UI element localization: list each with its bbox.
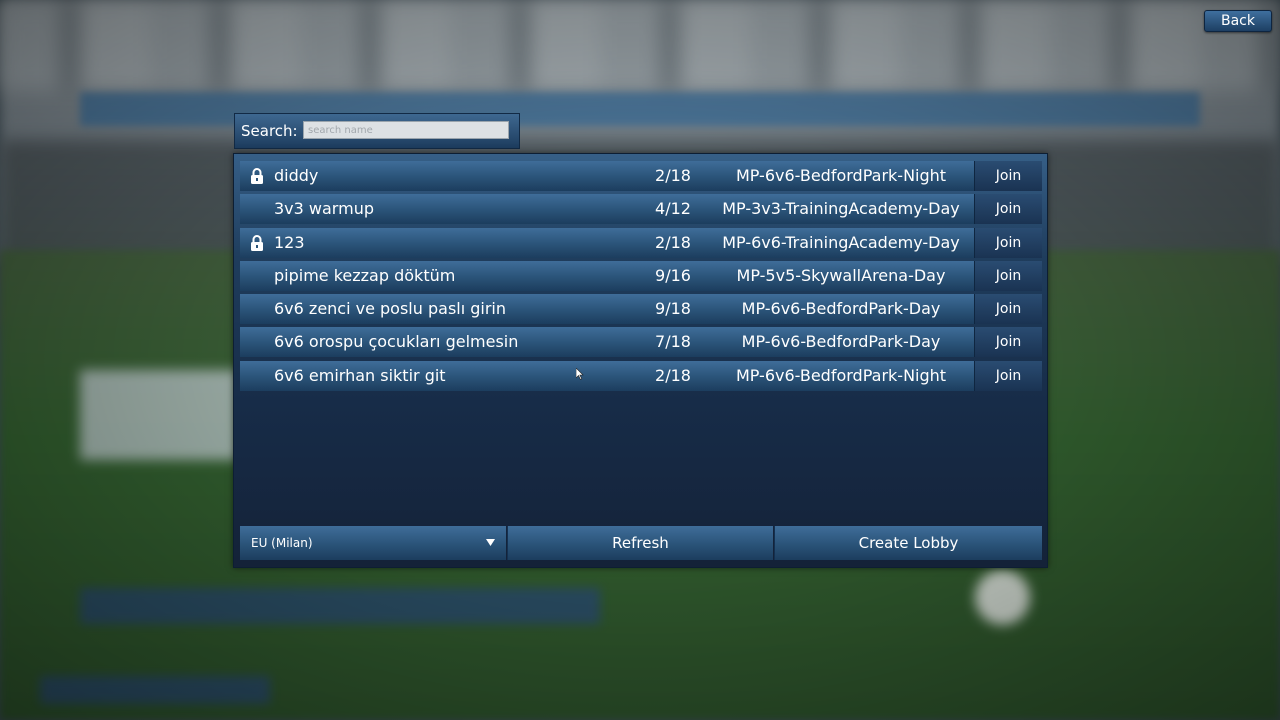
- lobby-name: 3v3 warmup: [274, 199, 374, 219]
- lobby-name: diddy: [274, 166, 319, 185]
- lobby-row[interactable]: 6v6 emirhan siktir git 2/18 MP-6v6-Bedford…: [240, 360, 1042, 391]
- lobby-row[interactable]: 6v6 zenci ve poslu paslı girin 9/18 MP-6v6…: [240, 294, 1042, 325]
- lock-icon: [251, 234, 263, 251]
- region-value: EU (Milan): [251, 536, 313, 550]
- lobby-row[interactable]: diddy 2/18 MP-6v6-BedfordPark-Night Join: [240, 161, 1042, 191]
- search-bar: Search:: [234, 113, 520, 149]
- join-button[interactable]: Join: [974, 327, 1042, 358]
- cursor-icon: [576, 368, 584, 380]
- lobby-player-count: 9/18: [655, 299, 691, 319]
- refresh-button[interactable]: Refresh: [507, 526, 773, 560]
- search-input[interactable]: [303, 121, 509, 139]
- create-lobby-button[interactable]: Create Lobby: [774, 526, 1042, 560]
- lobby-name: 6v6 emirhan siktir git: [274, 365, 446, 385]
- lobby-map: MP-6v6-BedfordPark-Day: [741, 299, 941, 319]
- join-button[interactable]: Join: [974, 360, 1042, 391]
- lobby-player-count: 4/12: [655, 199, 691, 219]
- lobby-name: pipime kezzap döktüm: [274, 265, 456, 285]
- lobby-player-count: 2/18: [655, 166, 691, 185]
- back-button[interactable]: Back: [1204, 10, 1272, 32]
- lobby-row[interactable]: 6v6 orospu çocukları gelmesin 7/18 MP-6v6-…: [240, 327, 1042, 358]
- lobby-map: MP-6v6-BedfordPark-Day: [741, 332, 941, 352]
- join-button[interactable]: Join: [974, 161, 1042, 191]
- join-button[interactable]: Join: [974, 194, 1042, 225]
- lobby-panel: diddy 2/18 MP-6v6-BedfordPark-Night Join 3v3…: [233, 153, 1048, 568]
- lock-icon: [251, 168, 263, 184]
- lobby-name: 6v6 orospu çocukları gelmesin: [274, 332, 519, 352]
- lobby-row[interactable]: 3v3 warmup 4/12 MP-3v3-TrainingAcademy-Day…: [240, 194, 1042, 225]
- lobby-map: MP-6v6-TrainingAcademy-Day: [722, 232, 960, 252]
- join-button[interactable]: Join: [974, 294, 1042, 325]
- lobby-controls: EU (Milan) Refresh Create Lobby: [240, 526, 1042, 560]
- search-label: Search:: [241, 122, 298, 140]
- join-button[interactable]: Join: [974, 260, 1042, 291]
- lobby-map: MP-3v3-TrainingAcademy-Day: [722, 199, 960, 219]
- join-button[interactable]: Join: [974, 227, 1042, 258]
- lobby-row[interactable]: pipime kezzap döktüm 9/16 MP-5v5-SkywallAr…: [240, 260, 1042, 291]
- lobby-player-count: 2/18: [655, 365, 691, 385]
- lobby-player-count: 9/16: [655, 265, 691, 285]
- lobby-name: 6v6 zenci ve poslu paslı girin: [274, 299, 507, 319]
- region-select[interactable]: EU (Milan): [240, 526, 506, 560]
- lobby-map: MP-6v6-BedfordPark-Night: [735, 166, 947, 185]
- lobby-player-count: 2/18: [655, 232, 691, 252]
- chevron-down-icon: [486, 539, 495, 546]
- lobby-row[interactable]: 123 2/18 MP-6v6-TrainingAcademy-Day Join: [240, 227, 1042, 258]
- lobby-player-count: 7/18: [655, 332, 691, 352]
- lobby-list: diddy 2/18 MP-6v6-BedfordPark-Night Join 3v3…: [240, 161, 1042, 394]
- lobby-name: 123: [274, 232, 305, 252]
- lobby-map: MP-5v5-SkywallArena-Day: [736, 265, 946, 285]
- lobby-map: MP-6v6-BedfordPark-Night: [735, 365, 947, 385]
